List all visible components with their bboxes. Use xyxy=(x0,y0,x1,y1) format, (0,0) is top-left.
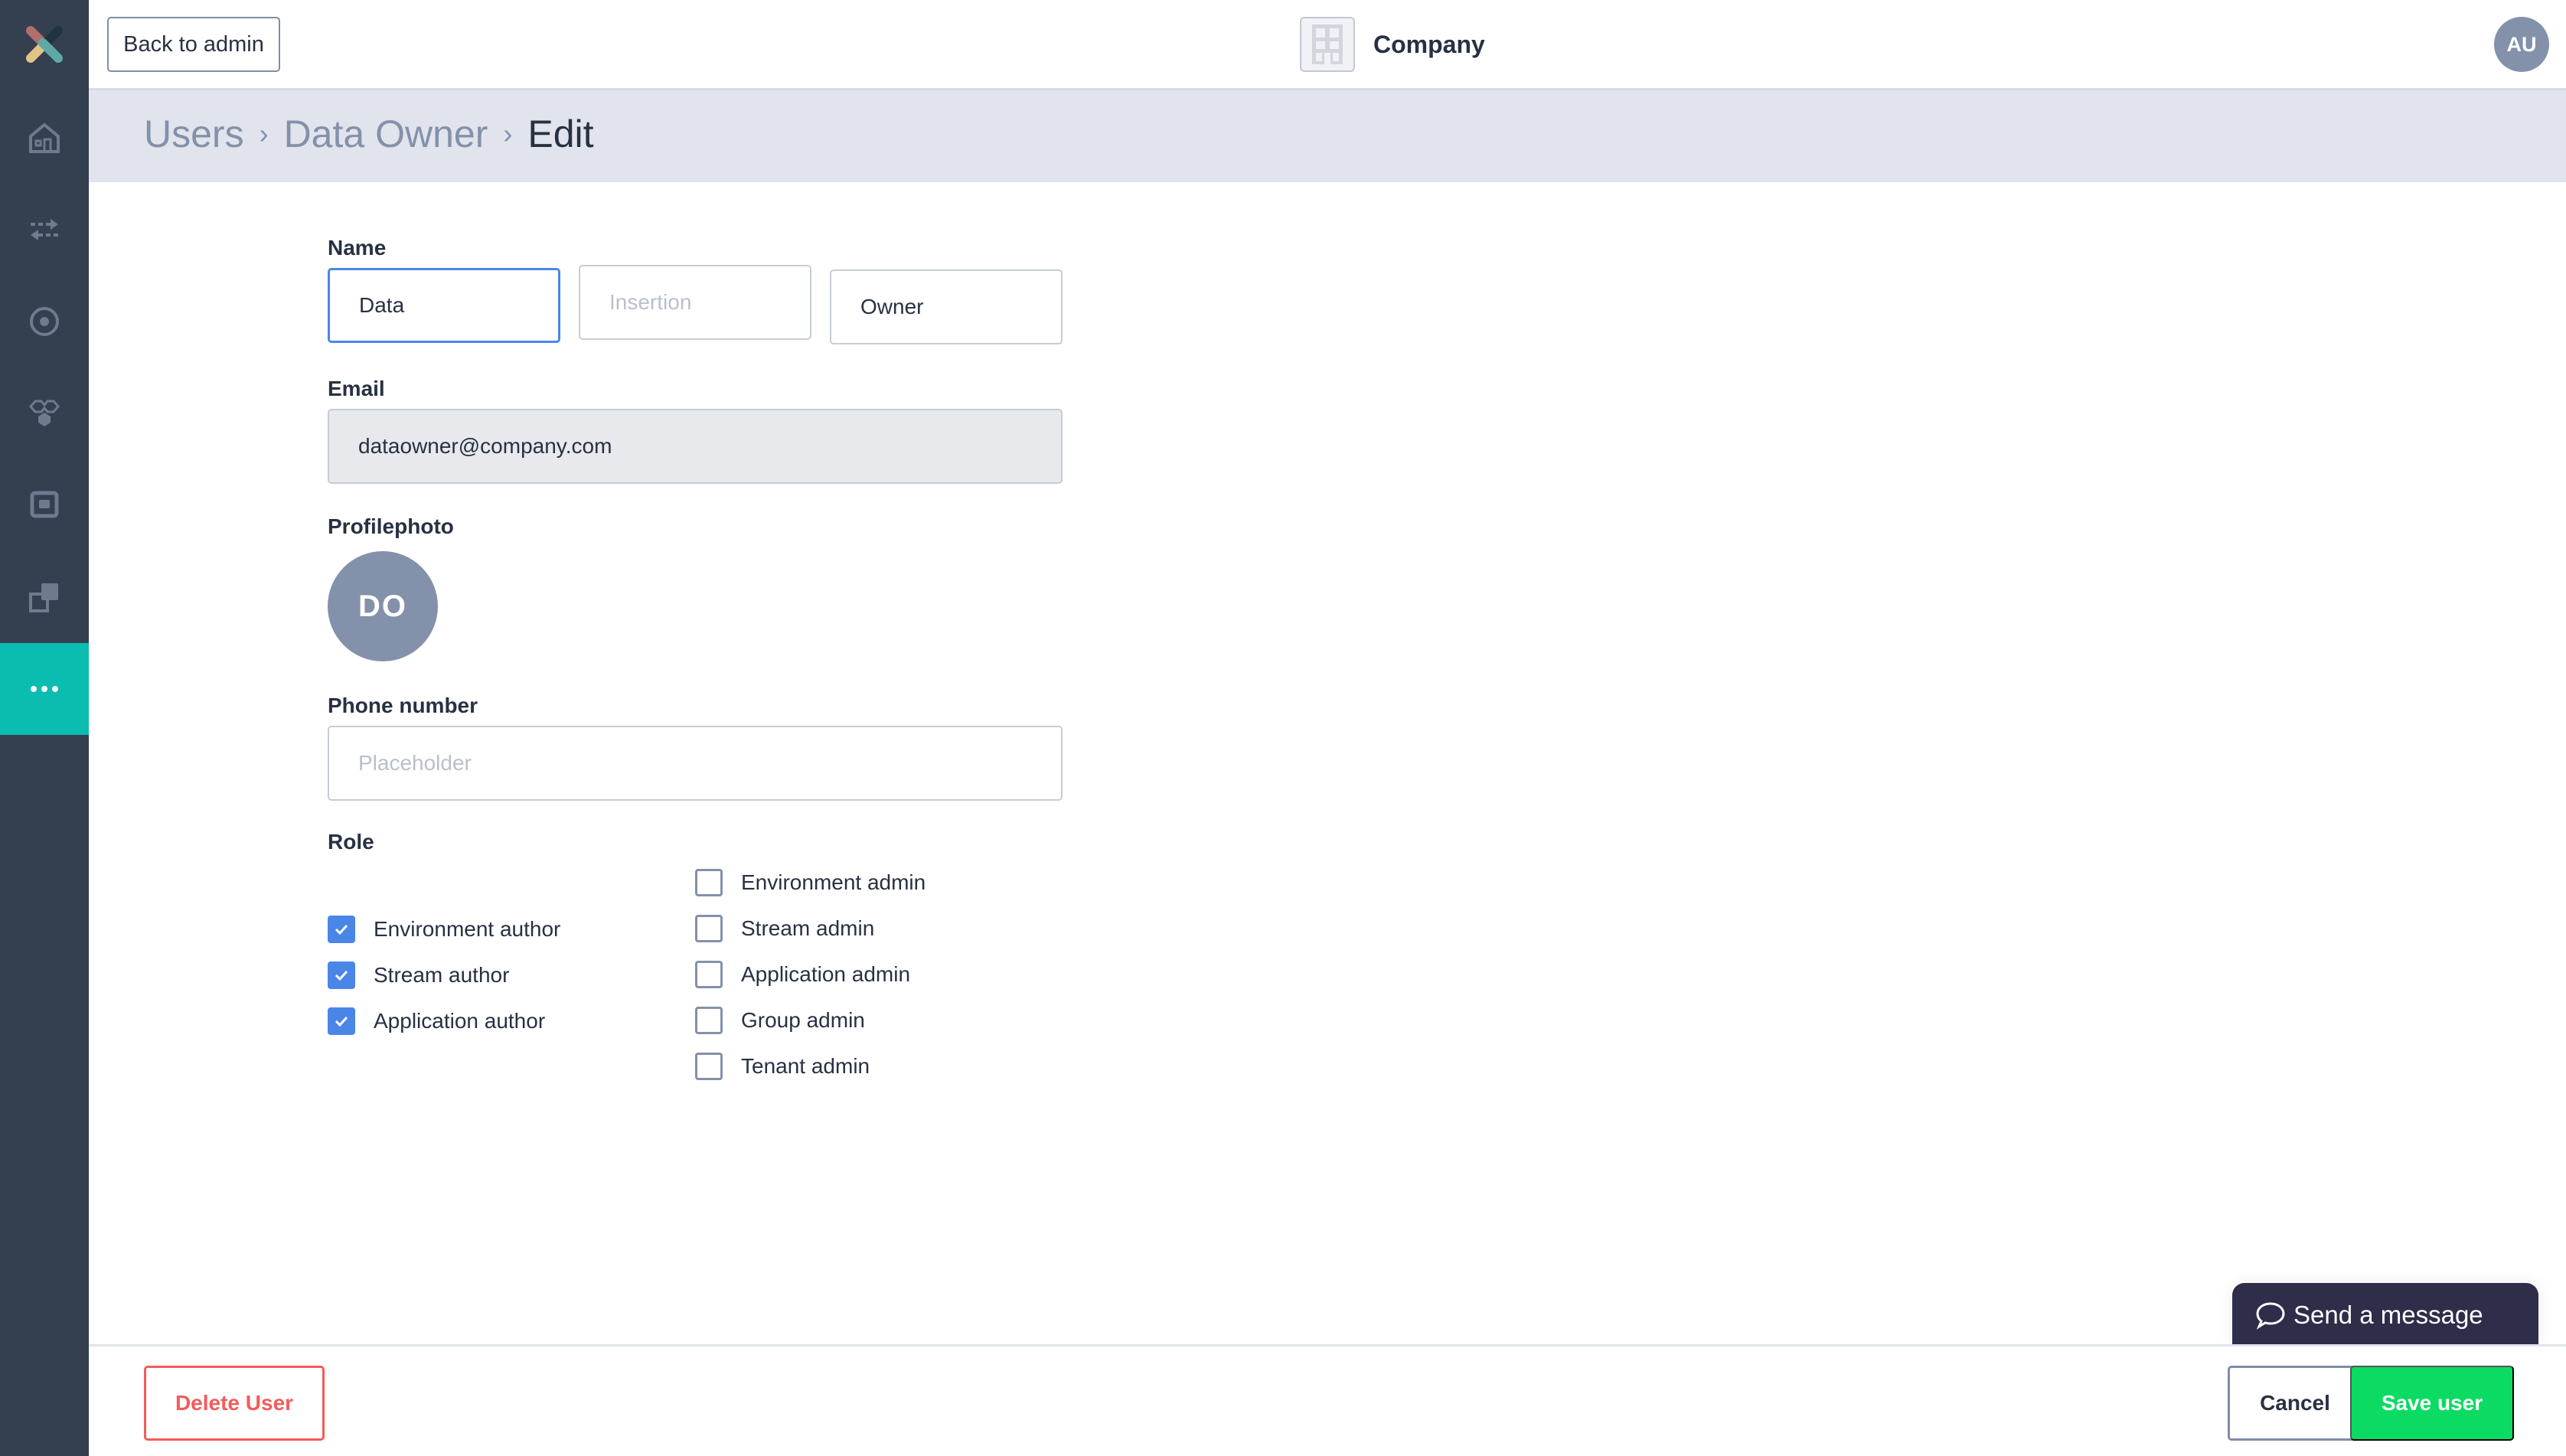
user-avatar[interactable]: AU xyxy=(2494,17,2549,72)
sidebar-item-copies[interactable] xyxy=(0,551,89,643)
role-label-text: Application author xyxy=(374,1009,546,1033)
last-name-value: Owner xyxy=(860,295,924,318)
hexagon-group-icon xyxy=(29,400,60,426)
target-icon xyxy=(30,307,59,336)
breadcrumb-edit: Edit xyxy=(527,113,594,155)
home-icon xyxy=(29,122,60,153)
role-label: Role xyxy=(328,830,374,854)
checkbox-unchecked[interactable] xyxy=(695,869,723,896)
sidebar xyxy=(0,0,89,1456)
email-field: dataowner@company.com xyxy=(328,409,1063,484)
sidebar-item-frame[interactable] xyxy=(0,459,89,551)
role-checkbox-row[interactable]: Stream admin xyxy=(695,915,874,942)
building-icon xyxy=(1300,17,1355,72)
profile-photo-avatar[interactable]: DO xyxy=(328,551,438,661)
profile-photo-label: Profilephoto xyxy=(328,514,454,538)
role-checkbox-row[interactable]: Application author xyxy=(328,1007,545,1035)
first-name-input[interactable]: Data xyxy=(328,268,560,343)
company-name: Company xyxy=(1373,30,1485,58)
role-checkbox-row[interactable]: Environment admin xyxy=(695,869,926,896)
more-dots-icon xyxy=(31,686,58,692)
send-message-label: Send a message xyxy=(2293,1301,2483,1329)
save-user-button[interactable]: Save user xyxy=(2350,1366,2514,1441)
role-checkbox-row[interactable]: Group admin xyxy=(695,1007,865,1034)
last-name-input[interactable]: Owner xyxy=(830,269,1063,344)
checkbox-checked[interactable] xyxy=(328,1007,355,1035)
transfer-arrows-icon xyxy=(31,219,58,240)
form-footer: Delete User Cancel Save user xyxy=(89,1344,2566,1456)
checkbox-checked[interactable] xyxy=(328,916,355,943)
phone-placeholder: Placeholder xyxy=(358,751,472,775)
square-frame-icon xyxy=(30,491,59,518)
send-message-widget[interactable]: Send a message xyxy=(2232,1283,2538,1347)
phone-label: Phone number xyxy=(328,694,478,717)
breadcrumb-users[interactable]: Users xyxy=(144,112,244,156)
sidebar-item-target[interactable] xyxy=(0,276,89,367)
role-checkbox-row[interactable]: Environment author xyxy=(328,916,560,943)
cancel-button[interactable]: Cancel xyxy=(2228,1366,2362,1441)
role-checkbox-row[interactable]: Application admin xyxy=(695,961,910,988)
role-label-text: Environment admin xyxy=(741,870,926,894)
breadcrumb-bar: Users › Data Owner › Edit xyxy=(89,90,2566,182)
role-checkbox-row[interactable]: Tenant admin xyxy=(695,1053,870,1080)
role-checkbox-row[interactable]: Stream author xyxy=(328,961,509,989)
middle-name-input[interactable]: Insertion xyxy=(579,265,811,340)
phone-input[interactable]: Placeholder xyxy=(328,726,1063,801)
checkbox-unchecked[interactable] xyxy=(695,1053,723,1080)
checkbox-unchecked[interactable] xyxy=(695,915,723,942)
checkbox-unchecked[interactable] xyxy=(695,1007,723,1034)
email-label: Email xyxy=(328,377,385,400)
breadcrumb-separator: › xyxy=(503,118,513,149)
breadcrumb: Users › Data Owner › Edit xyxy=(144,112,594,156)
checkbox-unchecked[interactable] xyxy=(695,961,723,988)
role-label-text: Environment author xyxy=(374,917,561,941)
checkbox-checked[interactable] xyxy=(328,961,355,989)
top-bar: Back to admin Company AU xyxy=(89,0,2566,90)
sidebar-item-transfers[interactable] xyxy=(0,184,89,276)
role-label-text: Application admin xyxy=(741,962,911,986)
breadcrumb-separator: › xyxy=(259,118,269,149)
overlapping-squares-icon xyxy=(29,583,58,612)
sidebar-item-home[interactable] xyxy=(0,92,89,184)
email-value: dataowner@company.com xyxy=(358,434,612,458)
middle-name-placeholder: Insertion xyxy=(609,290,692,314)
sidebar-item-modules[interactable] xyxy=(0,367,89,459)
role-label-text: Stream admin xyxy=(741,916,875,940)
role-label-text: Stream author xyxy=(374,963,510,987)
back-to-admin-button[interactable]: Back to admin xyxy=(107,17,280,72)
role-label-text: Group admin xyxy=(741,1008,865,1032)
role-label-text: Tenant admin xyxy=(741,1054,870,1078)
company-switcher[interactable]: Company xyxy=(1300,17,1485,72)
name-label: Name xyxy=(328,236,387,260)
breadcrumb-data-owner[interactable]: Data Owner xyxy=(284,112,488,156)
first-name-value: Data xyxy=(359,293,405,317)
sidebar-item-more[interactable] xyxy=(0,643,89,735)
app-logo[interactable] xyxy=(21,21,67,67)
delete-user-button[interactable]: Delete User xyxy=(144,1366,325,1441)
chat-bubble-icon xyxy=(2256,1302,2285,1330)
